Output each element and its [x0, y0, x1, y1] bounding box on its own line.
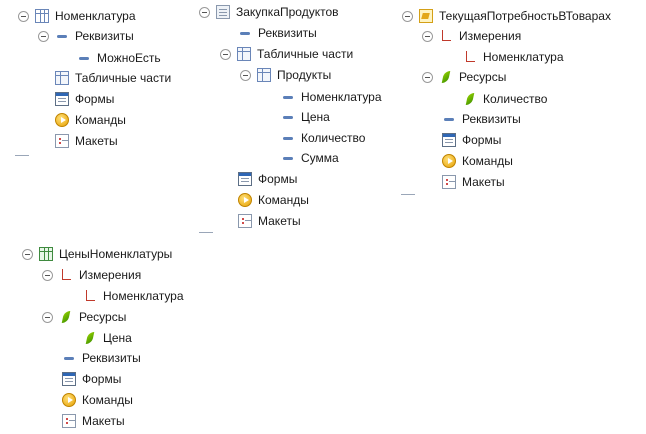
- catalog-icon: [35, 9, 49, 23]
- collapse-toggle[interactable]: [199, 6, 210, 18]
- form-icon: [62, 372, 76, 386]
- node-need[interactable]: ТекущаяПотребностьВТоварах: [402, 7, 611, 25]
- node-requisites[interactable]: Реквизиты: [62, 349, 141, 367]
- form-icon: [442, 133, 456, 147]
- attribute-icon: [281, 90, 295, 104]
- node-layouts[interactable]: Макеты: [55, 132, 118, 150]
- node-requisite-item[interactable]: МожноЕсть: [77, 49, 161, 67]
- node-products[interactable]: Продукты: [240, 66, 331, 84]
- node-dimensions[interactable]: Измерения: [42, 266, 141, 284]
- divider: [199, 232, 213, 233]
- layout-icon: [62, 414, 76, 428]
- node-layouts[interactable]: Макеты: [442, 173, 505, 191]
- node-commands[interactable]: Команды: [238, 191, 309, 209]
- collapse-toggle[interactable]: [42, 311, 53, 323]
- node-column[interactable]: Номенклатура: [281, 88, 382, 106]
- form-icon: [238, 172, 252, 186]
- node-requisites[interactable]: Реквизиты: [238, 24, 317, 42]
- requisite-icon: [442, 112, 456, 126]
- dimension-icon: [83, 289, 97, 303]
- resource-icon: [463, 92, 477, 106]
- resource-icon: [59, 310, 73, 324]
- attribute-icon: [77, 51, 91, 65]
- information-register-icon: [39, 247, 53, 261]
- node-resource-item[interactable]: Цена: [83, 329, 132, 347]
- dimension-icon: [463, 50, 477, 64]
- resource-icon: [83, 331, 97, 345]
- accumulation-register-icon: [419, 9, 433, 23]
- collapse-toggle[interactable]: [18, 10, 29, 22]
- table-icon: [237, 47, 251, 61]
- requisite-icon: [62, 351, 76, 365]
- node-dimension-item[interactable]: Номенклатура: [83, 287, 184, 305]
- node-dimension-item[interactable]: Номенклатура: [463, 48, 564, 66]
- node-layouts[interactable]: Макеты: [62, 412, 125, 430]
- collapse-toggle[interactable]: [22, 248, 33, 260]
- collapse-toggle[interactable]: [240, 69, 251, 81]
- form-icon: [55, 92, 69, 106]
- collapse-toggle[interactable]: [402, 10, 413, 22]
- document-icon: [216, 5, 230, 19]
- layout-icon: [238, 214, 252, 228]
- layout-icon: [55, 134, 69, 148]
- node-layouts[interactable]: Макеты: [238, 212, 301, 230]
- collapse-toggle[interactable]: [422, 30, 433, 42]
- node-tabular-parts[interactable]: Табличные части: [55, 69, 171, 87]
- command-icon: [442, 154, 456, 168]
- node-prices[interactable]: ЦеныНоменклатуры: [22, 245, 172, 263]
- requisite-icon: [55, 29, 69, 43]
- command-icon: [238, 193, 252, 207]
- node-nomenclature[interactable]: Номенклатура: [18, 7, 136, 25]
- node-forms[interactable]: Формы: [238, 170, 297, 188]
- dimension-icon: [439, 29, 453, 43]
- node-purchase[interactable]: ЗакупкаПродуктов: [199, 3, 339, 21]
- collapse-toggle[interactable]: [42, 269, 53, 281]
- node-column[interactable]: Цена: [281, 108, 330, 126]
- node-tabular-parts[interactable]: Табличные части: [220, 45, 353, 63]
- node-dimensions[interactable]: Измерения: [422, 27, 521, 45]
- attribute-icon: [281, 131, 295, 145]
- dimension-icon: [59, 268, 73, 282]
- divider: [401, 194, 415, 195]
- table-icon: [257, 68, 271, 82]
- attribute-icon: [281, 110, 295, 124]
- node-forms[interactable]: Формы: [442, 131, 501, 149]
- node-requisites[interactable]: Реквизиты: [38, 27, 134, 45]
- node-commands[interactable]: Команды: [442, 152, 513, 170]
- node-forms[interactable]: Формы: [55, 90, 114, 108]
- node-commands[interactable]: Команды: [62, 391, 133, 409]
- node-forms[interactable]: Формы: [62, 370, 121, 388]
- layout-icon: [442, 175, 456, 189]
- table-icon: [55, 71, 69, 85]
- collapse-toggle[interactable]: [38, 30, 49, 42]
- attribute-icon: [281, 151, 295, 165]
- divider: [15, 155, 29, 156]
- resource-icon: [439, 70, 453, 84]
- command-icon: [62, 393, 76, 407]
- command-icon: [55, 113, 69, 127]
- node-requisites[interactable]: Реквизиты: [442, 110, 521, 128]
- node-column[interactable]: Количество: [281, 129, 365, 147]
- node-commands[interactable]: Команды: [55, 111, 126, 129]
- node-resource-item[interactable]: Количество: [463, 90, 547, 108]
- collapse-toggle[interactable]: [422, 71, 433, 83]
- node-resources[interactable]: Ресурсы: [42, 308, 126, 326]
- node-column[interactable]: Сумма: [281, 149, 339, 167]
- node-resources[interactable]: Ресурсы: [422, 68, 506, 86]
- requisite-icon: [238, 26, 252, 40]
- collapse-toggle[interactable]: [220, 48, 231, 60]
